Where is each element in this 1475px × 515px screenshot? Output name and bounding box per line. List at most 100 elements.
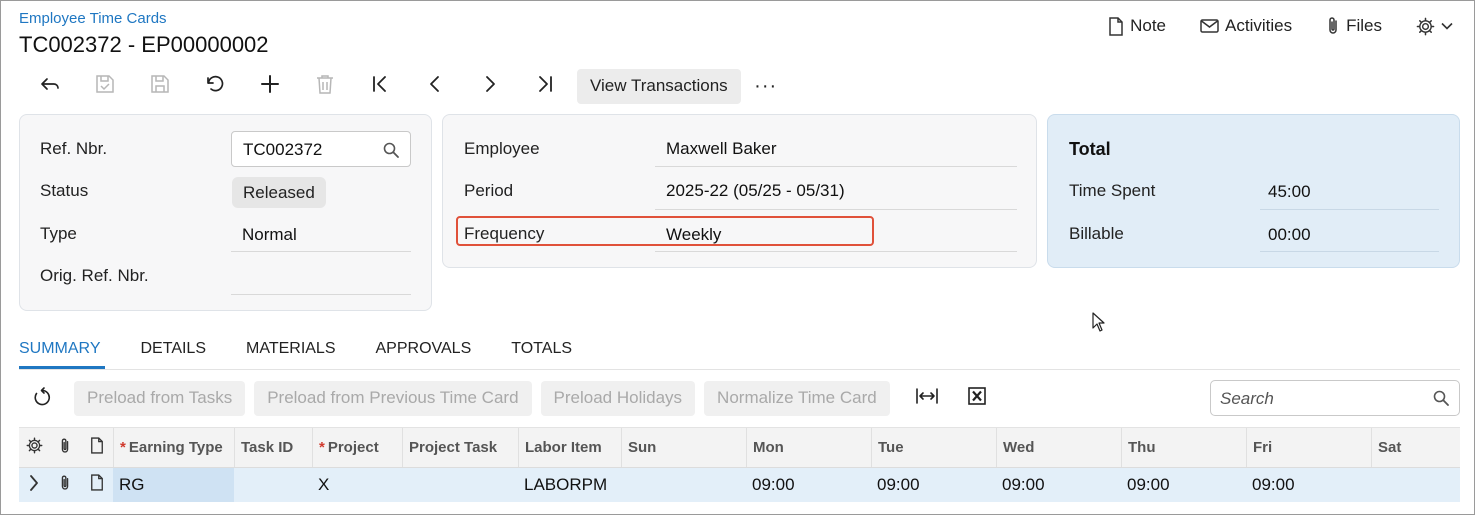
last-icon xyxy=(536,75,554,98)
delete-button[interactable] xyxy=(297,68,352,104)
cell-fri[interactable]: 09:00 xyxy=(1246,468,1371,502)
save-close-icon xyxy=(95,74,115,99)
col-labor-item-label: Labor Item xyxy=(525,439,602,456)
ref-nbr-label: Ref. Nbr. xyxy=(40,139,108,158)
cell-sat[interactable] xyxy=(1371,468,1460,502)
required-marker: * xyxy=(120,439,126,456)
fit-columns-button[interactable] xyxy=(905,380,949,416)
add-button[interactable] xyxy=(242,68,297,104)
time-spent-value: 45:00 xyxy=(1268,182,1311,201)
chevron-right-icon xyxy=(29,474,39,496)
period-value[interactable]: 2025-22 (05/25 - 05/31) xyxy=(666,181,845,201)
normalize-time-card-button[interactable]: Normalize Time Card xyxy=(704,380,890,416)
cell-labor-item[interactable]: LABORPM xyxy=(518,468,621,502)
cell-sun[interactable] xyxy=(621,468,746,502)
settings-menu-button[interactable] xyxy=(1416,17,1453,36)
frequency-value[interactable]: Weekly xyxy=(666,225,721,245)
view-transactions-button[interactable]: View Transactions xyxy=(577,68,741,104)
tab-summary[interactable]: SUMMARY xyxy=(19,337,104,369)
billable-underline xyxy=(1260,251,1439,252)
grid-settings-button[interactable] xyxy=(19,428,49,467)
orig-ref-nbr-label: Orig. Ref. Nbr. xyxy=(40,266,149,285)
col-mon[interactable]: Mon xyxy=(746,428,871,467)
cell-project-task[interactable] xyxy=(402,468,518,502)
note-icon xyxy=(90,474,104,496)
col-project-task[interactable]: Project Task xyxy=(402,428,518,467)
billable-label: Billable xyxy=(1069,224,1124,243)
tab-approvals[interactable]: APPROVALS xyxy=(376,337,472,369)
ref-nbr-input[interactable]: TC002372 xyxy=(231,131,411,167)
col-labor-item[interactable]: Labor Item xyxy=(518,428,621,467)
cell-wed[interactable]: 09:00 xyxy=(996,468,1121,502)
refresh-button[interactable] xyxy=(24,380,60,416)
col-thu[interactable]: Thu xyxy=(1121,428,1246,467)
prev-record-button[interactable] xyxy=(407,68,462,104)
paperclip-icon xyxy=(59,437,71,459)
preload-holidays-button[interactable]: Preload Holidays xyxy=(540,380,696,416)
save-button[interactable] xyxy=(132,68,187,104)
col-mon-label: Mon xyxy=(753,439,784,456)
col-wed[interactable]: Wed xyxy=(996,428,1121,467)
activities-button[interactable]: Activities xyxy=(1200,16,1292,36)
next-record-button[interactable] xyxy=(462,68,517,104)
note-icon xyxy=(1108,16,1124,36)
type-value[interactable]: Normal xyxy=(242,225,297,245)
employee-value[interactable]: Maxwell Baker xyxy=(666,139,777,159)
undo-button[interactable] xyxy=(187,68,242,104)
cell-project[interactable]: X xyxy=(312,468,402,502)
prev-icon xyxy=(428,75,442,98)
more-menu-button[interactable]: ··· xyxy=(741,68,791,104)
time-spent-label: Time Spent xyxy=(1069,181,1156,200)
employee-label: Employee xyxy=(464,139,540,158)
cell-mon[interactable]: 09:00 xyxy=(746,468,871,502)
page-title: TC002372 - EP00000002 xyxy=(19,32,269,57)
note-button[interactable]: Note xyxy=(1108,16,1166,36)
row-attach-button[interactable] xyxy=(49,468,81,502)
col-sun-label: Sun xyxy=(628,439,657,456)
col-fri[interactable]: Fri xyxy=(1246,428,1371,467)
breadcrumb[interactable]: Employee Time Cards xyxy=(19,10,167,27)
activities-label: Activities xyxy=(1225,16,1293,35)
search-icon[interactable] xyxy=(1433,390,1449,411)
export-excel-button[interactable] xyxy=(955,380,999,416)
tab-totals[interactable]: TOTALS xyxy=(511,337,572,369)
save-close-button[interactable] xyxy=(77,68,132,104)
row-note-button[interactable] xyxy=(81,468,113,502)
mail-icon xyxy=(1200,19,1219,33)
col-task-id[interactable]: Task ID xyxy=(234,428,312,467)
col-project[interactable]: * Project xyxy=(312,428,402,467)
ref-nbr-value: TC002372 xyxy=(243,140,323,159)
col-earning-type[interactable]: * Earning Type xyxy=(113,428,234,467)
tab-details[interactable]: DETAILS xyxy=(141,337,207,369)
undo-icon xyxy=(205,75,225,98)
cell-task-id[interactable] xyxy=(234,468,312,502)
last-record-button[interactable] xyxy=(517,68,572,104)
table-row[interactable]: RG X LABORPM 09:00 09:00 09:00 09:00 09:… xyxy=(19,468,1460,502)
grid-search-input[interactable]: Search xyxy=(1210,380,1460,416)
period-label: Period xyxy=(464,181,514,200)
cell-tue[interactable]: 09:00 xyxy=(871,468,996,502)
col-sun[interactable]: Sun xyxy=(621,428,746,467)
period-underline xyxy=(655,209,1017,210)
note-icon xyxy=(90,437,104,458)
back-button[interactable] xyxy=(22,68,77,104)
cell-thu[interactable]: 09:00 xyxy=(1121,468,1246,502)
col-sat[interactable]: Sat xyxy=(1371,428,1460,467)
col-wed-label: Wed xyxy=(1003,439,1035,456)
col-tue[interactable]: Tue xyxy=(871,428,996,467)
files-button[interactable]: Files xyxy=(1326,16,1382,36)
search-icon[interactable] xyxy=(383,142,399,163)
col-earning-type-label: Earning Type xyxy=(128,439,223,456)
preload-from-tasks-button[interactable]: Preload from Tasks xyxy=(74,380,246,416)
chevron-down-icon xyxy=(1441,22,1453,30)
grid-toolbar: Preload from Tasks Preload from Previous… xyxy=(24,380,999,416)
preload-from-previous-button[interactable]: Preload from Previous Time Card xyxy=(254,380,532,416)
tab-materials[interactable]: MATERIALS xyxy=(246,337,336,369)
cell-earning-type[interactable]: RG xyxy=(113,468,234,502)
header-attach xyxy=(49,428,81,467)
first-icon xyxy=(371,75,389,98)
row-expand-button[interactable] xyxy=(19,468,49,502)
first-record-button[interactable] xyxy=(352,68,407,104)
status-badge: Released xyxy=(232,177,326,208)
summary-grid: * Earning Type Task ID * Project Project T… xyxy=(19,427,1460,502)
